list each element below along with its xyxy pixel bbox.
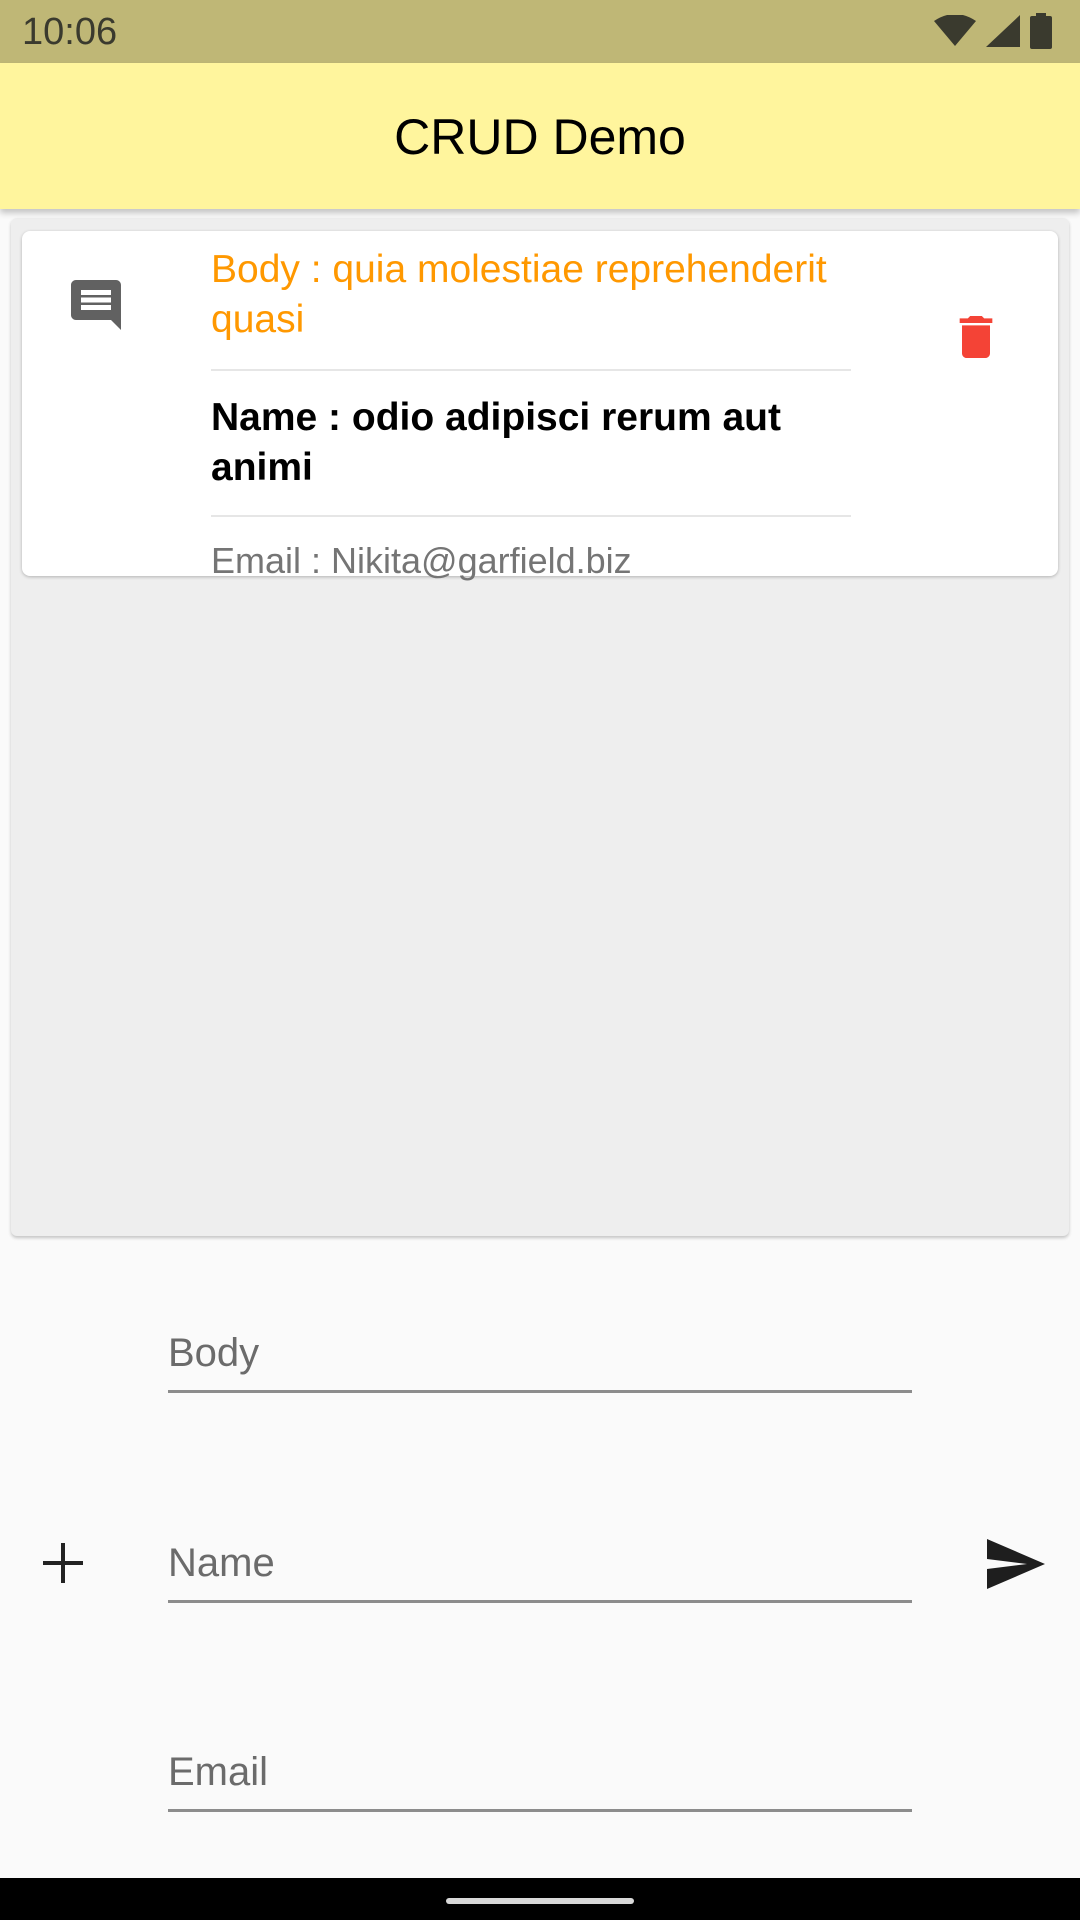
comment-name: Name : odio adipisci rerum aut animi (211, 371, 851, 517)
status-icons (934, 13, 1052, 49)
app-title: CRUD Demo (394, 109, 686, 165)
name-field[interactable] (168, 1528, 912, 1603)
add-button[interactable] (33, 1533, 93, 1593)
status-time: 10:06 (22, 11, 118, 53)
wifi-icon (934, 15, 976, 46)
plus-icon (43, 1543, 83, 1583)
comment-email: Email : Nikita@garfield.biz (211, 540, 632, 581)
email-input[interactable] (168, 1737, 912, 1807)
comment-list[interactable]: Body : quia molestiae reprehenderit quas… (11, 218, 1069, 1236)
comment-card[interactable]: Body : quia molestiae reprehenderit quas… (22, 231, 1058, 581)
name-input[interactable] (168, 1528, 912, 1598)
send-button[interactable] (980, 1532, 1052, 1596)
home-gesture-handle[interactable] (446, 1898, 634, 1904)
delete-button[interactable] (940, 301, 1012, 373)
trash-icon (959, 316, 993, 358)
send-icon (987, 1539, 1045, 1589)
email-field[interactable] (168, 1737, 912, 1812)
status-bar: 10:06 (0, 0, 1080, 63)
body-field[interactable] (168, 1318, 912, 1393)
app-bar: CRUD Demo (0, 63, 1080, 209)
navigation-bar (0, 1878, 1080, 1920)
comment-body: Body : quia molestiae reprehenderit quas… (211, 245, 851, 371)
comment-details: Body : quia molestiae reprehenderit quas… (211, 245, 851, 583)
comment-icon (71, 280, 121, 330)
body-input[interactable] (168, 1318, 912, 1388)
cell-signal-icon (986, 15, 1020, 47)
battery-icon (1030, 13, 1052, 49)
